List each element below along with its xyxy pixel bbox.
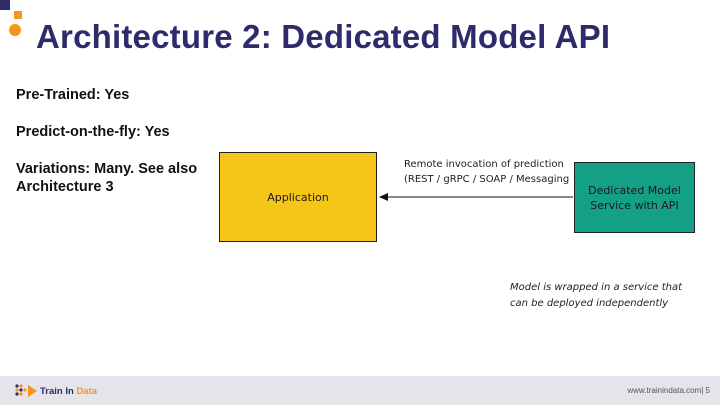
train-in-data-logo: Train In Data xyxy=(14,383,97,399)
service-note-line2: can be deployed independently xyxy=(510,298,669,309)
logo-mark-icon xyxy=(15,384,37,397)
invocation-label-line2: (REST / gRPC / SOAP / Messaging xyxy=(404,174,570,185)
footer-url-page: www.trainindata.com| 5 xyxy=(627,386,710,395)
logo-wordmark: Train In Data xyxy=(40,386,97,397)
invocation-arrow xyxy=(379,193,573,201)
footer-bar: Train In Data www.trainindata.com| 5 xyxy=(0,376,720,405)
logo-text-main: Train In xyxy=(40,385,77,397)
service-note-line1: Model is wrapped in a service that xyxy=(510,282,683,293)
logo-text-accent: Data xyxy=(76,385,98,397)
invocation-label-line1: Remote invocation of prediction xyxy=(404,159,564,170)
invocation-arrow-head xyxy=(379,193,388,201)
service-note: Model is wrapped in a service that can b… xyxy=(510,280,710,312)
invocation-label: Remote invocation of prediction (REST / … xyxy=(404,157,574,187)
